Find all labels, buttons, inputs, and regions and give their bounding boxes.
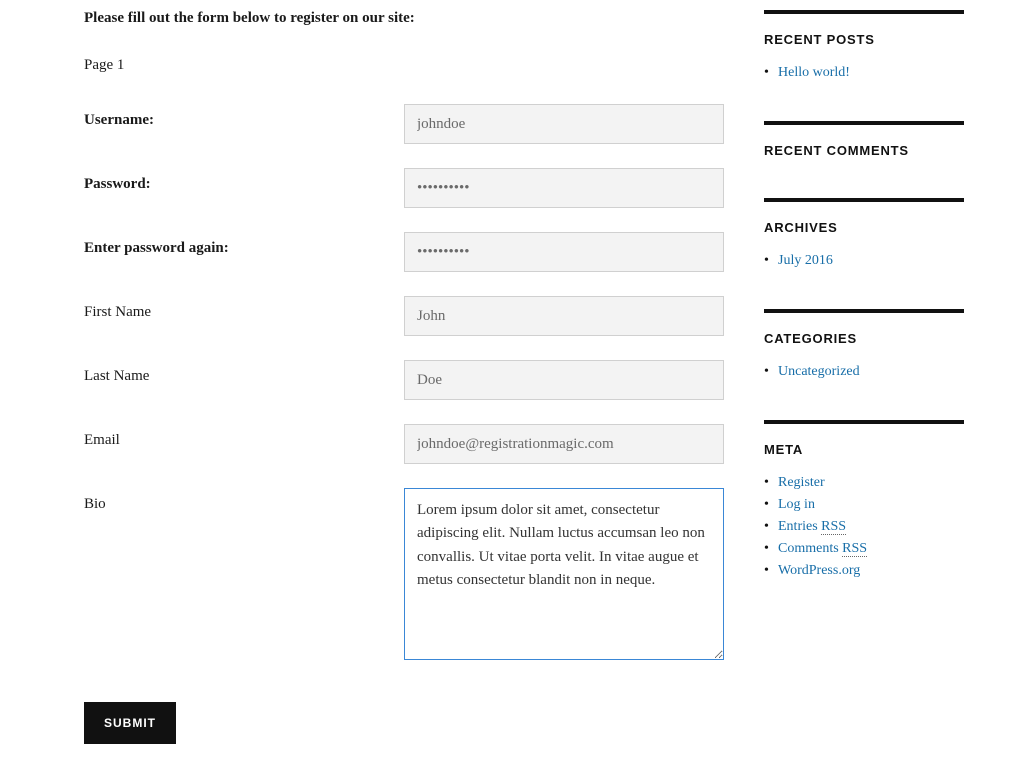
divider xyxy=(764,198,964,202)
email-input[interactable] xyxy=(404,424,724,464)
main-content: Please fill out the form below to regist… xyxy=(84,10,724,744)
wporg-link[interactable]: WordPress.org xyxy=(778,563,860,578)
divider xyxy=(764,121,964,125)
rss-abbr: RSS xyxy=(842,541,867,557)
list-item: WordPress.org xyxy=(764,563,964,579)
archives-title: Archives xyxy=(764,220,964,235)
entries-rss-link[interactable]: Entries RSS xyxy=(778,519,846,535)
login-link[interactable]: Log in xyxy=(778,497,815,512)
password-input[interactable] xyxy=(404,168,724,208)
recent-comments-title: Recent Comments xyxy=(764,143,964,158)
password2-input[interactable] xyxy=(404,232,724,272)
recent-posts-title: Recent Posts xyxy=(764,32,964,47)
lastname-input[interactable] xyxy=(404,360,724,400)
intro-text: Please fill out the form below to regist… xyxy=(84,10,724,27)
rss-abbr: RSS xyxy=(821,519,846,535)
widget-categories: Categories Uncategorized xyxy=(764,309,964,380)
submit-button[interactable]: Submit xyxy=(84,702,176,744)
category-link[interactable]: Uncategorized xyxy=(778,364,860,379)
page-label: Page 1 xyxy=(84,57,724,74)
divider xyxy=(764,420,964,424)
email-label: Email xyxy=(84,424,404,449)
widget-meta: Meta Register Log in Entries RSS Comment… xyxy=(764,420,964,579)
comments-prefix: Comments xyxy=(778,541,842,556)
bio-textarea[interactable] xyxy=(404,488,724,660)
bio-label: Bio xyxy=(84,488,404,513)
firstname-input[interactable] xyxy=(404,296,724,336)
widget-recent-posts: Recent Posts Hello world! xyxy=(764,10,964,81)
meta-title: Meta xyxy=(764,442,964,457)
firstname-label: First Name xyxy=(84,296,404,321)
sidebar: Recent Posts Hello world! Recent Comment… xyxy=(764,10,964,744)
recent-post-link[interactable]: Hello world! xyxy=(778,65,850,80)
password-label: Password: xyxy=(84,168,404,193)
list-item: Uncategorized xyxy=(764,364,964,380)
list-item: Hello world! xyxy=(764,65,964,81)
entries-prefix: Entries xyxy=(778,519,821,534)
list-item: July 2016 xyxy=(764,253,964,269)
list-item: Entries RSS xyxy=(764,519,964,535)
password2-label: Enter password again: xyxy=(84,232,404,257)
divider xyxy=(764,309,964,313)
register-link[interactable]: Register xyxy=(778,475,825,490)
categories-title: Categories xyxy=(764,331,964,346)
list-item: Log in xyxy=(764,497,964,513)
widget-archives: Archives July 2016 xyxy=(764,198,964,269)
username-input[interactable] xyxy=(404,104,724,144)
widget-recent-comments: Recent Comments xyxy=(764,121,964,158)
list-item: Comments RSS xyxy=(764,541,964,557)
archive-link[interactable]: July 2016 xyxy=(778,253,833,268)
lastname-label: Last Name xyxy=(84,360,404,385)
comments-rss-link[interactable]: Comments RSS xyxy=(778,541,867,557)
username-label: Username: xyxy=(84,104,404,129)
divider xyxy=(764,10,964,14)
list-item: Register xyxy=(764,475,964,491)
